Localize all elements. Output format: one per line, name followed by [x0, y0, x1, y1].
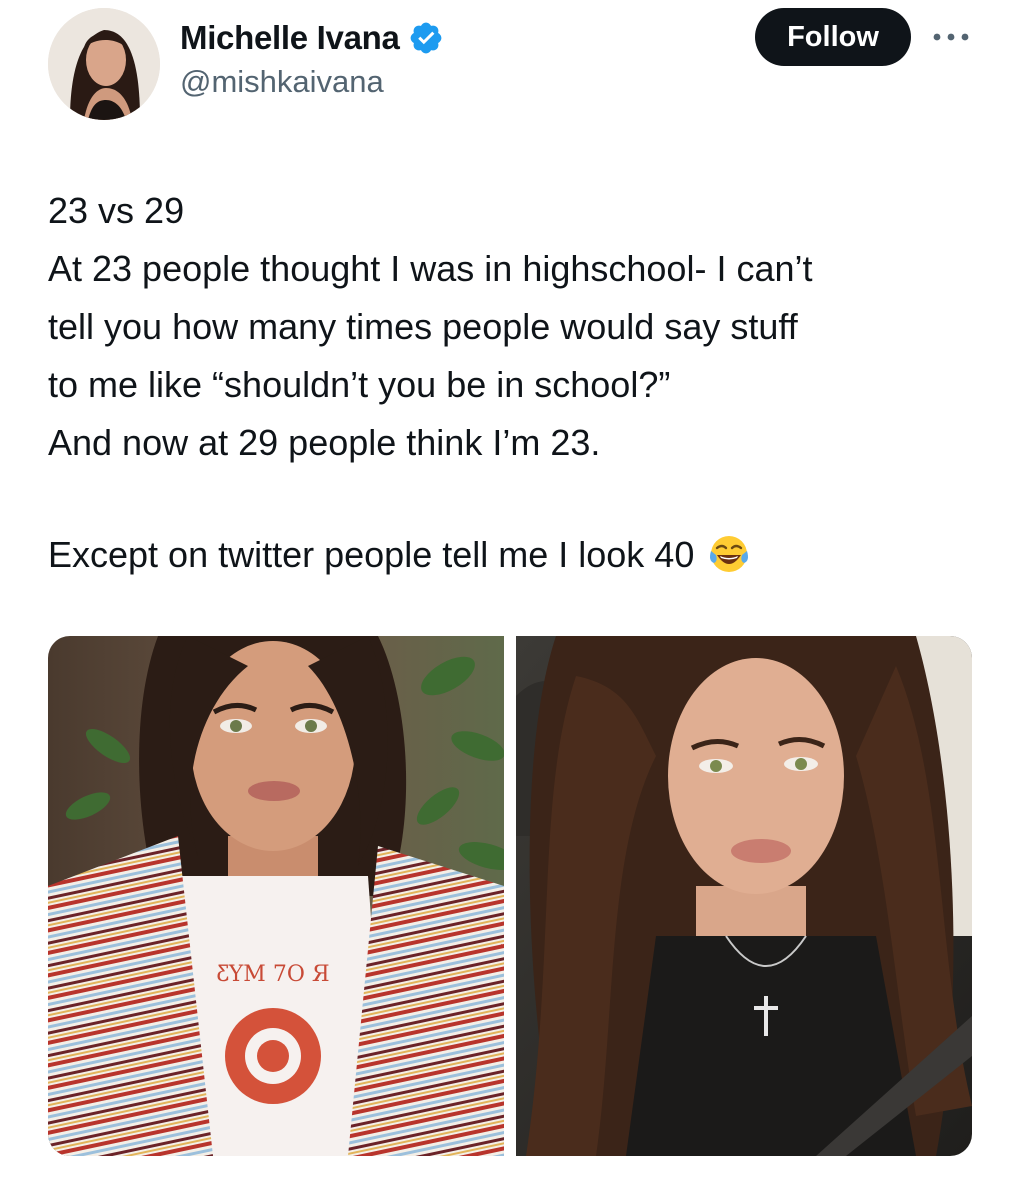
face-with-tears-of-joy-icon [708, 533, 750, 575]
paragraph-break [48, 472, 988, 526]
author-handle[interactable]: @mishkaivana [180, 64, 384, 100]
tweet-line: At 23 people thought I was in highschool… [48, 248, 813, 289]
author-name-row[interactable]: Michelle Ivana [180, 16, 444, 60]
tweet-line: 23 vs 29 [48, 190, 185, 231]
tweet-last-line: Except on twitter people tell me I look … [48, 526, 988, 584]
selfie-at-23-photo[interactable]: ƸYM 7O Я [48, 636, 504, 1156]
verified-badge-icon [408, 20, 444, 56]
avatar[interactable] [48, 8, 160, 120]
selfie-at-29-photo[interactable] [516, 636, 972, 1156]
more-horizontal-icon[interactable] [928, 28, 974, 46]
tweet-line: tell you how many times people would say… [48, 306, 798, 347]
tweet-last-line-text: Except on twitter people tell me I look … [48, 534, 695, 575]
tweet-line: And now at 29 people think I’m 23. [48, 422, 601, 463]
tweet-line: to me like “shouldn’t you be in school?” [48, 364, 671, 405]
tweet-media-grid: ƸYM 7O Я [48, 636, 972, 1156]
profile-avatar [48, 8, 160, 120]
shirt-print-text: ƸYM 7O Я [216, 962, 329, 987]
tweet-text: 23 vs 29 At 23 people thought I was in h… [48, 182, 988, 584]
display-name[interactable]: Michelle Ivana [180, 19, 400, 57]
follow-button[interactable]: Follow [755, 8, 911, 66]
